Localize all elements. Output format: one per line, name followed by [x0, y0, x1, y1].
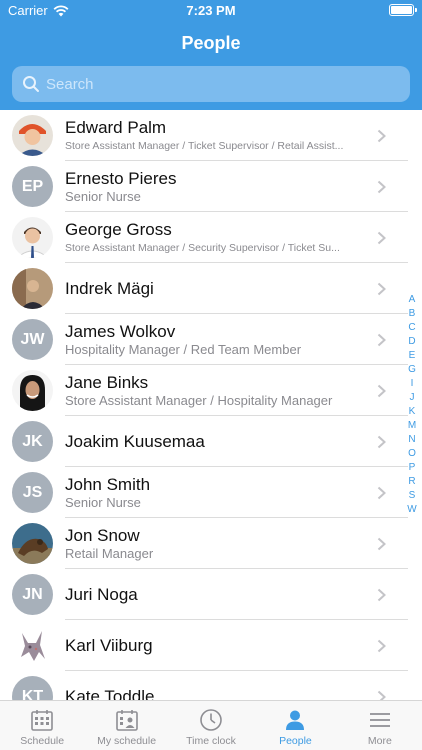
person-name: Joakim Kuusemaa — [65, 431, 205, 451]
person-name: Juri Noga — [65, 584, 138, 604]
chevron-right-icon — [377, 333, 386, 346]
index-letter[interactable]: G — [408, 363, 416, 377]
index-letter[interactable]: K — [409, 405, 416, 419]
person-roles: Senior Nurse — [65, 188, 141, 204]
search-bar[interactable] — [12, 66, 410, 102]
avatar — [12, 115, 53, 156]
tab-more[interactable]: More — [338, 701, 422, 750]
person-row-george-gross[interactable]: George Gross Store Assistant Manager / S… — [0, 212, 422, 263]
avatar — [12, 370, 53, 411]
person-name: John Smith — [65, 474, 151, 494]
index-letter[interactable]: C — [408, 321, 415, 335]
tab-label: More — [367, 735, 392, 747]
index-letter[interactable]: I — [411, 377, 414, 391]
chevron-right-icon — [377, 129, 386, 142]
person-name: George Gross — [65, 219, 172, 239]
chevron-right-icon — [377, 588, 386, 601]
avatar — [12, 523, 53, 564]
tab-time-clock[interactable]: Time clock — [169, 701, 253, 750]
person-roles: Hospitality Manager / Red Team Member — [65, 341, 302, 357]
person-row-jane-binks[interactable]: Jane Binks Store Assistant Manager / Hos… — [0, 365, 422, 416]
chevron-right-icon — [377, 639, 386, 652]
tab-bar: Schedule My schedule Time clock People M… — [0, 700, 422, 750]
person-name: Jane Binks — [65, 372, 149, 392]
person-roles: Retail Manager — [65, 545, 154, 561]
person-roles: Store Assistant Manager / Ticket Supervi… — [65, 139, 344, 152]
avatar-initials: JW — [12, 319, 53, 360]
avatar-initials: JK — [12, 421, 53, 462]
person-roles: Senior Nurse — [65, 494, 141, 510]
tab-people[interactable]: People — [253, 701, 337, 750]
tab-label: My schedule — [97, 735, 157, 747]
person-row-edward-palm[interactable]: Edward Palm Store Assistant Manager / Ti… — [0, 110, 422, 161]
page-title: People — [181, 33, 241, 53]
person-name: Edward Palm — [65, 117, 167, 137]
person-name: Ernesto Pieres — [65, 168, 177, 188]
index-letter[interactable]: R — [408, 475, 415, 489]
person-name: James Wolkov — [65, 321, 176, 341]
person-name: Jon Snow — [65, 525, 140, 545]
tab-my-schedule[interactable]: My schedule — [84, 701, 168, 750]
tab-label: Time clock — [186, 735, 236, 747]
index-letter[interactable]: A — [409, 293, 416, 307]
person-icon — [286, 710, 305, 730]
index-letter[interactable]: J — [410, 391, 415, 405]
tab-label: People — [279, 735, 312, 747]
nav-header: Carrier 7:23 PM People — [0, 0, 422, 110]
person-row-john-smith[interactable]: JS John Smith Senior Nurse — [0, 467, 422, 518]
person-row-james-wolkov[interactable]: JW James Wolkov Hospitality Manager / Re… — [0, 314, 422, 365]
index-letter[interactable]: B — [409, 307, 416, 321]
menu-icon — [369, 713, 390, 727]
avatar — [12, 217, 53, 258]
person-row-joakim-kuusemaa[interactable]: JK Joakim Kuusemaa — [0, 416, 422, 467]
person-row-ernesto-pieres[interactable]: EP Ernesto Pieres Senior Nurse — [0, 161, 422, 212]
status-bar: Carrier 7:23 PM — [0, 0, 422, 22]
search-icon — [23, 76, 39, 92]
avatar-initials: JS — [12, 472, 53, 513]
calendar-icon — [31, 710, 54, 731]
people-list: Edward Palm Store Assistant Manager / Ti… — [0, 110, 422, 700]
battery-icon — [389, 4, 417, 16]
section-index[interactable]: A B C D E G I J K M N O P R S W — [405, 293, 419, 517]
person-row-indrek-magi[interactable]: Indrek Mägi — [0, 263, 422, 314]
chevron-right-icon — [377, 231, 386, 244]
chevron-right-icon — [377, 435, 386, 448]
index-letter[interactable]: P — [409, 461, 416, 475]
chevron-right-icon — [377, 180, 386, 193]
avatar-initials: JN — [12, 574, 53, 615]
tab-label: Schedule — [20, 735, 65, 747]
index-letter[interactable]: E — [409, 349, 416, 363]
person-calendar-icon — [115, 710, 138, 731]
person-row-juri-noga[interactable]: JN Juri Noga — [0, 569, 422, 620]
index-letter[interactable]: N — [408, 433, 415, 447]
person-name: Indrek Mägi — [65, 278, 154, 298]
person-roles: Store Assistant Manager / Hospitality Ma… — [65, 392, 333, 408]
person-roles: Store Assistant Manager / Security Super… — [65, 241, 340, 254]
chevron-right-icon — [377, 486, 386, 499]
person-name: Kate Toddle — [65, 686, 155, 701]
index-letter[interactable]: O — [408, 447, 416, 461]
chevron-right-icon — [377, 537, 386, 550]
avatar — [12, 625, 53, 666]
person-row-kate-toddle[interactable]: KT Kate Toddle — [0, 671, 422, 700]
tab-schedule[interactable]: Schedule — [0, 701, 84, 750]
status-time: 7:23 PM — [186, 3, 236, 18]
chevron-right-icon — [377, 690, 386, 700]
index-letter[interactable]: S — [409, 489, 416, 503]
avatar-initials: KT — [12, 676, 53, 700]
index-letter[interactable]: M — [408, 419, 416, 433]
person-name: Karl Viiburg — [65, 635, 153, 655]
search-input[interactable] — [46, 75, 410, 93]
avatar-initials: EP — [12, 166, 53, 207]
chevron-right-icon — [377, 384, 386, 397]
index-letter[interactable]: W — [407, 503, 416, 517]
person-row-jon-snow[interactable]: Jon Snow Retail Manager — [0, 518, 422, 569]
person-row-karl-viiburg[interactable]: Karl Viiburg — [0, 620, 422, 671]
clock-icon — [200, 709, 222, 731]
chevron-right-icon — [377, 282, 386, 295]
index-letter[interactable]: D — [408, 335, 415, 349]
avatar — [12, 268, 53, 309]
